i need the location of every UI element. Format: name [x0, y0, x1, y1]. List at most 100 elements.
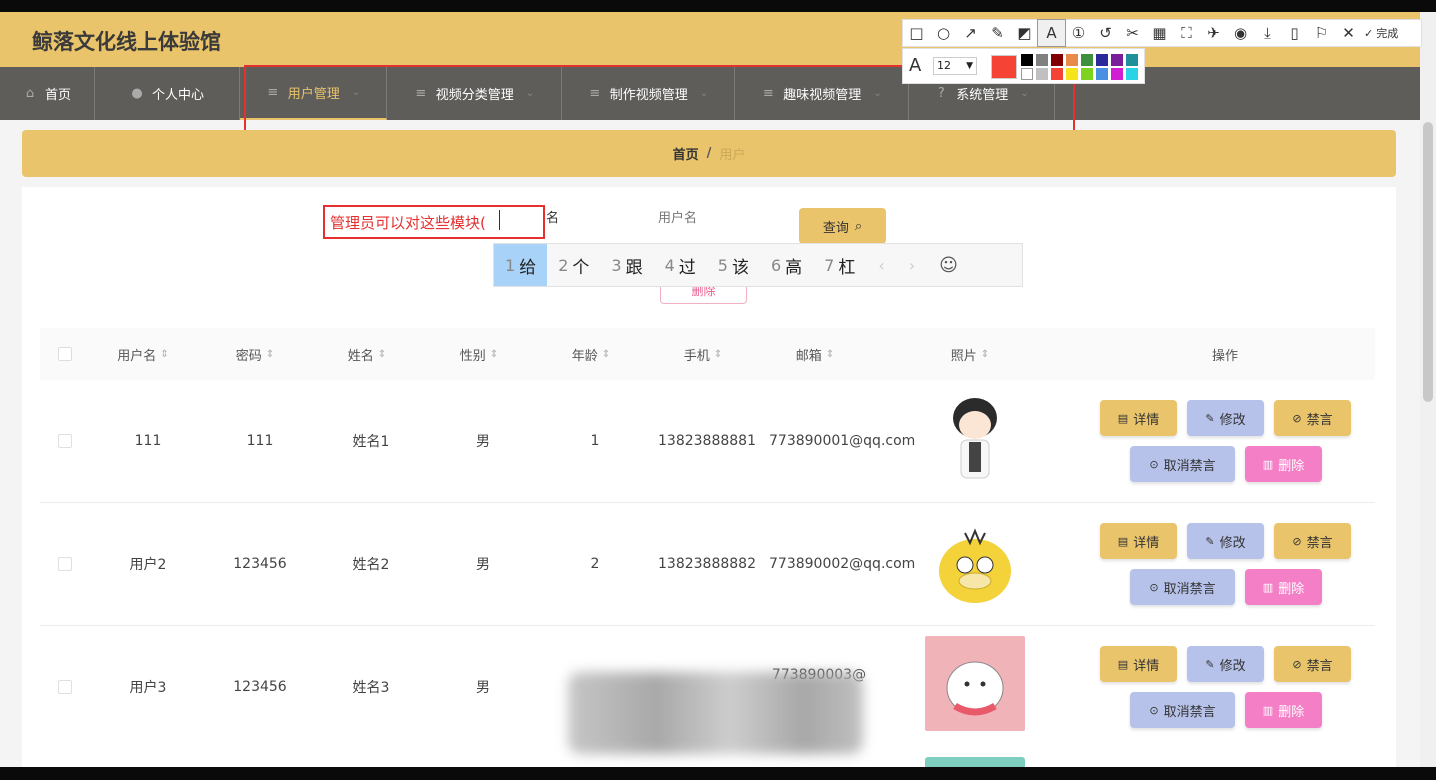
- text-tool-icon[interactable]: A: [1037, 19, 1066, 47]
- column-header[interactable]: 性别 ⇕: [460, 345, 498, 364]
- column-header[interactable]: 手机 ⇕: [684, 345, 722, 364]
- undo-icon[interactable]: ↺: [1092, 20, 1119, 46]
- done-button[interactable]: ✓ 完成: [1364, 25, 1398, 41]
- ime-candidate[interactable]: 2个: [547, 244, 600, 286]
- record-icon[interactable]: ◉: [1227, 20, 1254, 46]
- current-color-swatch[interactable]: [991, 55, 1017, 79]
- color-swatch[interactable]: [1081, 68, 1093, 80]
- color-swatch[interactable]: [1111, 68, 1123, 80]
- nav-item-home[interactable]: ⌂ 首页: [0, 67, 95, 120]
- color-swatch[interactable]: [1126, 54, 1138, 66]
- column-header[interactable]: 邮箱 ⇕: [796, 345, 834, 364]
- close-icon[interactable]: ✕: [1335, 20, 1362, 46]
- ime-prev-icon[interactable]: ‹: [866, 256, 896, 275]
- ime-candidate-bar: 1给 2个 3跟 4过 5该 6高 7杠 ‹ › ☺: [493, 243, 1023, 287]
- delete-button[interactable]: ▥ 删除: [1245, 692, 1322, 728]
- color-swatch[interactable]: [1066, 54, 1078, 66]
- color-swatch[interactable]: [1066, 68, 1078, 80]
- ime-next-icon[interactable]: ›: [897, 256, 927, 275]
- column-header[interactable]: 照片 ⇕: [951, 345, 989, 364]
- ime-candidate[interactable]: 3跟: [600, 244, 653, 286]
- capture-region-icon[interactable]: ⛶: [1173, 20, 1200, 46]
- rectangle-icon[interactable]: □: [903, 20, 930, 46]
- search-input[interactable]: [565, 200, 790, 234]
- sort-icon: ⇕: [377, 349, 387, 360]
- mute-button[interactable]: ⊘ 禁言: [1274, 400, 1351, 436]
- color-swatch[interactable]: [1036, 54, 1048, 66]
- color-swatch[interactable]: [1096, 54, 1108, 66]
- cell-phone: 13823888881: [658, 433, 756, 449]
- select-all-checkbox[interactable]: [58, 347, 72, 361]
- scissors-icon[interactable]: ✂: [1119, 20, 1146, 46]
- edit-button[interactable]: ✎ 修改: [1187, 646, 1264, 682]
- number-marker-icon[interactable]: ①: [1065, 20, 1092, 46]
- cell-email: 773890002@qq.com: [769, 556, 916, 572]
- row-checkbox[interactable]: [58, 557, 72, 571]
- pencil-icon: ✎: [1205, 657, 1215, 671]
- color-swatch[interactable]: [1036, 68, 1048, 80]
- ocr-icon[interactable]: ▦: [1146, 20, 1173, 46]
- annotation-text: 管理员可以对这些模块(: [330, 214, 486, 232]
- search-icon: ⌕: [854, 218, 863, 234]
- mute-button[interactable]: ⊘ 禁言: [1274, 646, 1351, 682]
- unmute-button[interactable]: ⊙ 取消禁言: [1130, 569, 1235, 605]
- bookmark-icon[interactable]: ⚐: [1308, 20, 1335, 46]
- color-swatch[interactable]: [1021, 68, 1033, 80]
- color-swatch[interactable]: [1111, 54, 1123, 66]
- emoji-icon[interactable]: ☺: [927, 255, 970, 276]
- mute-button[interactable]: ⊘ 禁言: [1274, 523, 1351, 559]
- pin-icon[interactable]: ✈: [1200, 20, 1227, 46]
- breadcrumb-home[interactable]: 首页: [673, 144, 699, 163]
- detail-button[interactable]: ▤ 详情: [1100, 523, 1177, 559]
- column-header[interactable]: 姓名 ⇕: [348, 345, 386, 364]
- unmute-button[interactable]: ⊙ 取消禁言: [1130, 692, 1235, 728]
- color-swatch[interactable]: [1051, 68, 1063, 80]
- row-checkbox[interactable]: [58, 434, 72, 448]
- blurred-region: [568, 672, 863, 754]
- color-swatch[interactable]: [1096, 68, 1108, 80]
- nav-item-personal-center[interactable]: ● 个人中心: [95, 67, 240, 120]
- ime-candidate[interactable]: 7杠: [813, 244, 866, 286]
- column-header[interactable]: 密码 ⇕: [236, 345, 274, 364]
- mute-icon: ⊘: [1292, 534, 1302, 548]
- color-swatch[interactable]: [1081, 54, 1093, 66]
- font-size-select[interactable]: 12 ▼: [933, 57, 977, 75]
- breadcrumb: 首页 / 用户: [22, 130, 1396, 177]
- mosaic-icon[interactable]: ◩: [1011, 20, 1038, 46]
- color-swatch[interactable]: [1051, 54, 1063, 66]
- ime-candidate[interactable]: 6高: [760, 244, 813, 286]
- ime-candidate[interactable]: 1给: [494, 244, 548, 286]
- unmute-button[interactable]: ⊙ 取消禁言: [1130, 446, 1235, 482]
- delete-button[interactable]: ▥ 删除: [1245, 569, 1322, 605]
- download-icon[interactable]: ⤓: [1254, 20, 1281, 46]
- query-button[interactable]: 查询 ⌕: [799, 208, 886, 244]
- arrow-icon[interactable]: ↗: [957, 20, 984, 46]
- row-checkbox[interactable]: [58, 680, 72, 694]
- cell-age: 1: [590, 433, 600, 449]
- pen-icon[interactable]: ✎: [984, 20, 1011, 46]
- page-scrollbar[interactable]: [1420, 12, 1436, 767]
- cell-username: 用户2: [129, 557, 167, 573]
- ime-candidate[interactable]: 4过: [654, 244, 707, 286]
- pencil-icon: ✎: [1205, 534, 1215, 548]
- column-header[interactable]: 用户名 ⇕: [117, 345, 168, 364]
- phone-icon[interactable]: ▯: [1281, 20, 1308, 46]
- scrollbar-thumb[interactable]: [1423, 122, 1433, 402]
- unmute-icon: ⊙: [1149, 457, 1159, 471]
- text-cursor: [499, 210, 500, 230]
- detail-button[interactable]: ▤ 详情: [1100, 646, 1177, 682]
- color-palette: [1021, 54, 1139, 80]
- edit-button[interactable]: ✎ 修改: [1187, 523, 1264, 559]
- ellipse-icon[interactable]: ○: [930, 20, 957, 46]
- color-swatch[interactable]: [1126, 68, 1138, 80]
- edit-button[interactable]: ✎ 修改: [1187, 400, 1264, 436]
- cell-gender: 男: [476, 434, 490, 450]
- cell-password: 123456: [233, 556, 287, 572]
- trash-icon: ▥: [1262, 457, 1274, 471]
- detail-button[interactable]: ▤ 详情: [1100, 400, 1177, 436]
- delete-button[interactable]: ▥ 删除: [1245, 446, 1322, 482]
- unmute-icon: ⊙: [1149, 580, 1159, 594]
- color-swatch[interactable]: [1021, 54, 1033, 66]
- column-header[interactable]: 年龄 ⇕: [572, 345, 610, 364]
- ime-candidate[interactable]: 5该: [707, 244, 760, 286]
